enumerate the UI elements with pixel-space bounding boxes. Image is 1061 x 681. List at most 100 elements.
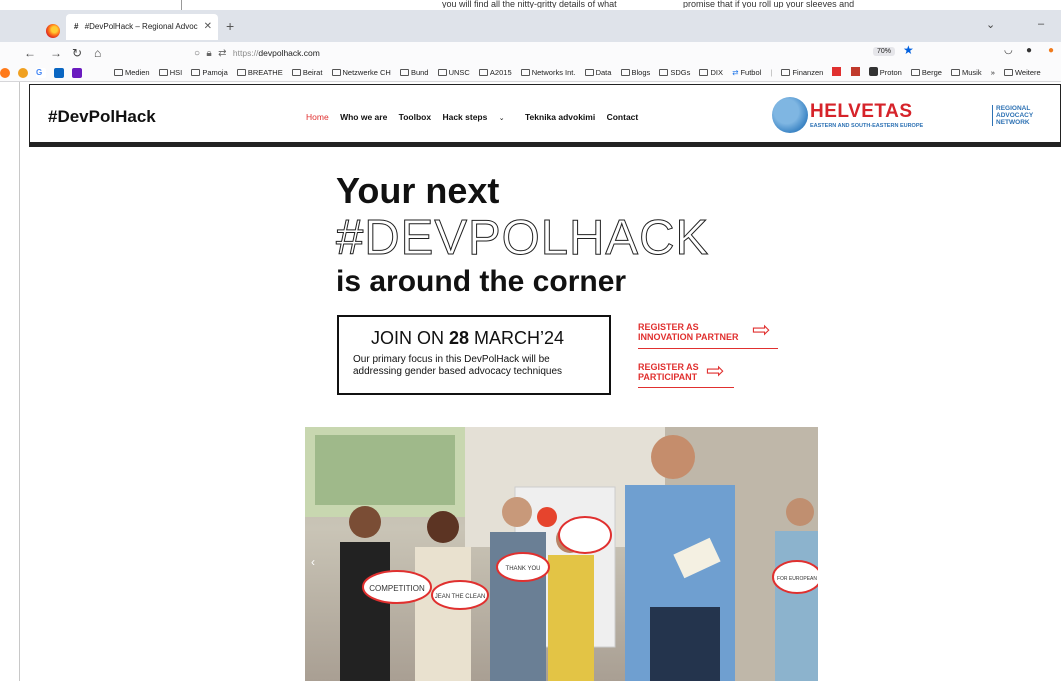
back-icon[interactable]: ← — [24, 44, 36, 62]
chevron-down-icon[interactable]: ⌄ — [986, 18, 995, 31]
underline — [638, 387, 734, 388]
join-description: Our primary focus in this DevPolHack wil… — [353, 354, 563, 377]
chevron-down-icon: ⌄ — [498, 115, 505, 122]
register-participant-link[interactable]: REGISTER AS PARTICIPANT — [638, 362, 699, 382]
bookmark-folder[interactable]: Beirat — [291, 64, 322, 81]
folder-icon — [620, 69, 630, 76]
site-header: #DevPolHack Home Who we are Toolbox Hack… — [29, 84, 1061, 147]
nav-toolbox[interactable]: Toolbox — [399, 112, 431, 122]
helvetas-subtitle: EASTERN AND SOUTH-EASTERN EUROPE — [810, 123, 924, 129]
divider — [181, 0, 182, 10]
folder-icon — [478, 69, 488, 76]
bookmark-folder[interactable]: Networks Int. — [520, 64, 575, 81]
stray-text-left: you will find all the nitty-gritty detai… — [442, 0, 617, 8]
hash-favicon-icon: # — [74, 22, 79, 31]
shield-icon: ○ — [194, 48, 201, 59]
sign-text: FOR EUROPEAN — [777, 576, 817, 582]
folder-icon — [236, 69, 246, 76]
red-bookmark-icon — [832, 67, 842, 76]
hero-line-2: #DEVPOLHACK — [335, 211, 710, 265]
lock-icon: 🔒︎ — [206, 48, 212, 59]
zoom-indicator[interactable]: 70% — [873, 47, 896, 56]
site-logo[interactable]: #DevPolHack — [48, 107, 156, 127]
nav-home[interactable]: Home — [306, 112, 329, 122]
bookmark-folder[interactable]: HSI — [158, 64, 182, 81]
firefox-logo-icon[interactable] — [46, 24, 60, 38]
nav-contact[interactable]: Contact — [607, 112, 639, 122]
web-page: #DevPolHack Home Who we are Toolbox Hack… — [0, 82, 1061, 681]
url-protocol: https:// — [232, 48, 259, 58]
futbol-icon: ⇄ — [732, 68, 739, 77]
nav-who-we-are[interactable]: Who we are — [340, 112, 387, 122]
addon-bookmark-icon[interactable] — [18, 68, 28, 78]
bookmark-star-icon[interactable]: ★ — [903, 43, 914, 57]
helvetas-logo[interactable]: HELVETAS EASTERN AND SOUTH-EASTERN EUROP… — [772, 97, 932, 137]
register-innovation-partner-link[interactable]: REGISTER AS INNOVATION PARTNER — [638, 322, 739, 342]
yahoo-icon[interactable] — [72, 68, 82, 78]
bookmark-folder[interactable]: A2015 — [478, 64, 512, 81]
bookmark-folder[interactable]: Berge — [910, 64, 942, 81]
home-icon[interactable]: ⌂ — [94, 44, 101, 62]
bookmarks-overflow-icon[interactable]: » — [991, 64, 995, 81]
bookmark-folder[interactable]: Data — [584, 64, 611, 81]
folder-icon — [520, 69, 530, 76]
bookmark-folder[interactable]: Finanzen — [781, 64, 823, 81]
bookmark-folder[interactable]: Weitere — [1003, 64, 1041, 81]
browser-tab[interactable]: # #DevPolHack – Regional Advoc ✕ — [66, 14, 218, 40]
tab-bar: # #DevPolHack – Regional Advoc ✕ + ⌄ – — [0, 10, 1061, 42]
bookmark-icon-only[interactable] — [832, 64, 842, 81]
pocket-icon[interactable]: ◡ — [1004, 45, 1013, 56]
bookmark-folder[interactable]: Blogs — [620, 64, 650, 81]
folder-icon — [951, 69, 961, 76]
bookmark-folder[interactable]: Netzwerke CH — [331, 64, 391, 81]
separator: | — [770, 68, 773, 77]
folder-icon — [910, 69, 920, 76]
minimize-icon[interactable]: – — [1038, 18, 1044, 30]
bookmark-link[interactable]: ⇄ Futbol — [732, 64, 761, 81]
arrow-right-icon[interactable]: ⇨ — [752, 319, 770, 341]
permissions-icon: ⇄ — [218, 48, 227, 59]
folder-icon — [1003, 69, 1013, 76]
proton-icon — [868, 67, 878, 76]
extension-icon[interactable]: ● — [1026, 45, 1032, 56]
bookmark-icon-only[interactable] — [850, 64, 860, 81]
bookmark-folder[interactable]: DIX — [699, 64, 723, 81]
addon-icon[interactable]: ● — [1048, 45, 1054, 56]
forward-icon[interactable]: → — [50, 44, 62, 62]
reload-icon[interactable]: ↻ — [72, 44, 82, 62]
sign-text: THANK YOU — [506, 566, 541, 572]
regional-advocacy-network-logo[interactable]: REGIONAL ADVOCACY NETWORK — [992, 105, 1033, 126]
hero-line-3: is around the corner — [336, 265, 627, 298]
folder-icon — [659, 69, 669, 76]
folder-icon — [781, 69, 791, 76]
folder-icon — [584, 69, 594, 76]
main-nav: Home Who we are Toolbox Hack steps ⌄ Tek… — [306, 112, 647, 122]
linkedin-icon[interactable] — [54, 68, 64, 78]
folder-icon — [114, 69, 123, 76]
folder-icon — [399, 69, 409, 76]
close-icon[interactable]: ✕ — [204, 14, 212, 40]
bookmark-folder[interactable]: UNSC — [437, 64, 470, 81]
bookmark-link[interactable]: Proton — [868, 64, 902, 81]
bookmarks-bar: G Medien HSI Pamoja BREATHE Beirat Netzw… — [0, 64, 1061, 82]
bookmark-folder[interactable]: SDGs — [659, 64, 690, 81]
globe-icon — [772, 97, 808, 133]
addon-bookmark-icon[interactable] — [0, 68, 10, 78]
bookmark-folder[interactable]: BREATHE — [236, 64, 283, 81]
folder-icon — [158, 69, 168, 76]
slider-prev-icon[interactable]: ‹ — [311, 555, 315, 569]
join-box: JOIN ON 28 MARCH’24 Our primary focus in… — [337, 315, 611, 395]
url-bar[interactable]: ○ 🔒︎ ⇄ https://devpolhack.com — [194, 44, 320, 63]
bookmark-folder[interactable]: Pamoja — [191, 64, 228, 81]
bookmark-folder[interactable]: Bund — [399, 64, 428, 81]
google-icon[interactable]: G — [36, 68, 46, 78]
folder-icon — [437, 69, 447, 76]
nav-teknika-advokimi[interactable]: Teknika advokimi — [525, 112, 595, 122]
dark-bookmark-icon — [850, 67, 860, 76]
bookmark-folder[interactable]: Musik — [951, 64, 982, 81]
new-tab-icon[interactable]: + — [226, 18, 234, 34]
folder-icon — [291, 69, 301, 76]
bookmark-folder[interactable]: Medien — [114, 64, 150, 81]
arrow-right-icon[interactable]: ⇨ — [706, 360, 724, 382]
nav-hack-steps[interactable]: Hack steps ⌄ — [442, 112, 513, 122]
